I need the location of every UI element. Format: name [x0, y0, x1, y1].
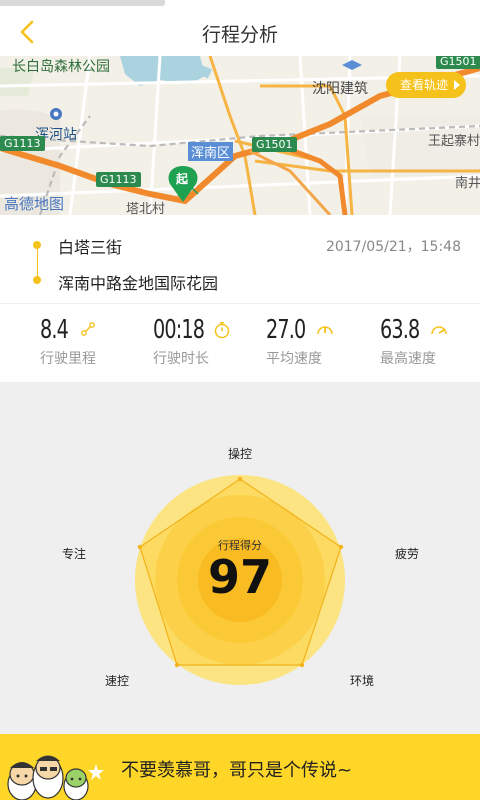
route-icon	[81, 322, 95, 336]
radar-label-control: 操控	[228, 447, 253, 461]
trip-stats: 8.4 行驶里程 00:18 行驶时长 27.0 平均速度 63.8 最高速度	[0, 307, 480, 382]
start-dot-icon	[33, 241, 41, 249]
stat-label: 平均速度	[266, 351, 322, 367]
page-title: 行程分析	[201, 24, 278, 46]
end-dot-icon	[33, 276, 41, 284]
map-label-district: 浑南区	[188, 142, 234, 161]
stat-avg-speed: 27.0 平均速度	[266, 315, 376, 368]
map-brand-logo: 高德地图	[4, 195, 65, 213]
stat-label: 最高速度	[380, 351, 436, 367]
bottom-banner: 不要羡慕哥，哥只是个传说~	[0, 734, 480, 800]
map-label-south: 南井	[455, 176, 480, 191]
stat-max-speed: 63.8 最高速度	[380, 315, 480, 368]
status-bar-fragment	[0, 0, 165, 6]
map-label-city-area: 沈阳建筑	[312, 81, 368, 97]
stopwatch-icon	[214, 322, 230, 339]
speed-gauge-icon	[431, 326, 447, 335]
cartoon-characters-icon	[7, 755, 104, 800]
stat-value: 8.4	[40, 315, 69, 345]
road-badge-g1113-left: G1113	[0, 136, 45, 151]
route-connector	[36, 249, 38, 277]
trip-datetime: 2017/05/21，15:48	[325, 239, 461, 255]
banner-slogan: 不要羡慕哥，哥只是个传说~	[121, 760, 353, 781]
speedometer-icon	[317, 326, 333, 335]
stat-value: 63.8	[380, 315, 420, 345]
stat-distance: 8.4 行驶里程	[40, 315, 150, 368]
radar-label-environment: 环境	[350, 674, 375, 688]
route-info: 白塔三街 浑南中路金地国际花园 2017/05/21，15:48	[0, 215, 480, 307]
divider	[0, 303, 480, 304]
stat-label: 行驶里程	[40, 351, 96, 367]
map-label-tower: 塔北村	[126, 202, 166, 215]
stat-value: 27.0	[266, 315, 306, 345]
view-track-label: 查看轨迹	[399, 78, 448, 92]
map-label-park: 长白岛森林公园	[12, 59, 110, 75]
status-bar	[0, 0, 480, 8]
start-pin-label: 起	[176, 172, 189, 186]
score-value: 97	[207, 550, 272, 604]
road-badge-g1501: G1501	[252, 137, 297, 152]
road-badge-g1113: G1113	[96, 172, 141, 187]
start-address: 白塔三街	[58, 238, 123, 257]
stat-value: 00:18	[153, 315, 205, 345]
radar-label-speed-control: 速控	[105, 674, 130, 688]
map-label-village: 王起寨村	[428, 134, 480, 149]
stat-duration: 00:18 行驶时长	[153, 315, 263, 368]
stat-label: 行驶时长	[153, 351, 209, 367]
score-section: 操控 疲劳 环境 速控 专注 行程得分 97	[0, 382, 480, 734]
route-map[interactable]: 长白岛森林公园 浑河站 浑南区 沈阳建筑 王起寨村 南井 塔北村 高德地图 G1…	[0, 56, 480, 215]
play-arrow-icon	[454, 80, 460, 90]
road-badge-g1501-top: G1501	[436, 56, 480, 69]
view-track-button[interactable]: 查看轨迹	[385, 72, 466, 98]
end-address: 浑南中路金地国际花园	[58, 274, 219, 293]
header: 行程分析	[0, 8, 480, 56]
